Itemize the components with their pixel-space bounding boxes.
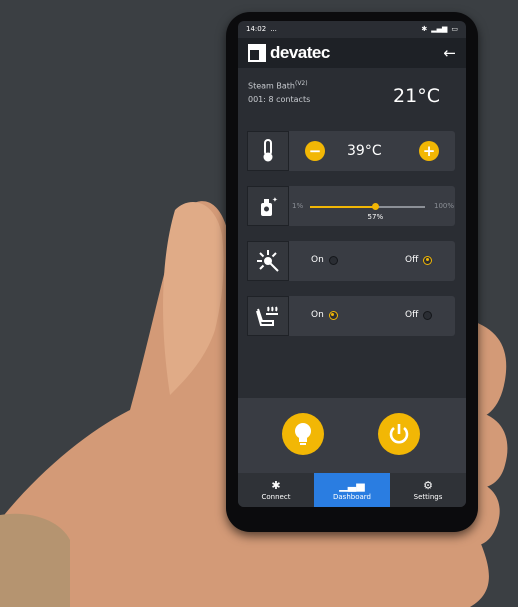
nav-settings-label: Settings [413, 492, 443, 501]
slider-thumb[interactable] [372, 203, 380, 210]
seat-on-radio[interactable] [328, 310, 338, 320]
brand: devatec [248, 43, 330, 63]
fragrance-control: ✦ 1% 57% 100% [247, 186, 455, 226]
device-info: Steam Bath(V2) 001: 8 contacts [248, 77, 310, 106]
temperature-control: − 39°C + [247, 131, 455, 171]
light-on-radio[interactable] [328, 255, 338, 265]
app-screen: 14:02 ... ✱ ▂▄▆ ▭ devatec ← Steam Bath(V… [238, 21, 466, 507]
light-button[interactable] [282, 413, 324, 455]
devatec-logo-icon [248, 44, 266, 62]
light-on-label: On [311, 255, 324, 265]
thermometer-icon [247, 131, 289, 171]
app-bar: devatec ← [238, 38, 466, 68]
bulb-icon [295, 423, 311, 445]
bluetooth-status-icon: ✱ [421, 25, 428, 33]
light-off-label: Off [405, 255, 419, 265]
device-version: (V2) [294, 80, 308, 87]
room-temperature: 21°C [393, 85, 440, 107]
action-panel [238, 398, 466, 473]
slider-value-label: 57% [367, 213, 384, 221]
gear-icon: ⚙ [423, 478, 433, 492]
light-off-option[interactable]: Off [405, 255, 433, 265]
status-bar: 14:02 ... ✱ ▂▄▆ ▭ [238, 21, 466, 37]
device-contacts: 001: 8 contacts [248, 94, 311, 104]
seat-off-option[interactable]: Off [405, 310, 433, 320]
decrease-temp-button[interactable]: − [305, 141, 325, 161]
power-icon [389, 424, 409, 444]
seat-off-radio[interactable] [423, 310, 433, 320]
status-time: 14:02 [246, 25, 267, 33]
brand-name: devatec [270, 43, 330, 62]
power-button[interactable] [378, 413, 420, 455]
temperature-setpoint: 39°C [347, 143, 382, 159]
seat-off-label: Off [405, 310, 419, 320]
nav-settings[interactable]: ⚙ Settings [390, 473, 466, 507]
nav-connect[interactable]: ✱ Connect [238, 473, 314, 507]
nav-connect-label: Connect [261, 492, 291, 501]
slider-fill [310, 206, 376, 208]
light-on-option[interactable]: On [311, 255, 338, 265]
seat-on-option[interactable]: On [311, 310, 338, 320]
status-extra: ... [270, 25, 277, 33]
slider-min-label: 1% [292, 202, 304, 210]
fragrance-slider[interactable]: 57% [310, 203, 425, 221]
signal-icon: ▂▄▆ [431, 25, 448, 33]
light-control: On Off [247, 241, 455, 281]
arrow-left-icon[interactable]: ← [443, 44, 456, 62]
slider-max-label: 100% [434, 202, 455, 210]
nav-dashboard-label: Dashboard [333, 492, 371, 501]
bottom-nav: ✱ Connect ▁▃▅ Dashboard ⚙ Settings [238, 473, 466, 507]
fragrance-icon: ✦ [247, 186, 289, 226]
bluetooth-icon: ✱ [271, 478, 281, 492]
nav-dashboard[interactable]: ▁▃▅ Dashboard [314, 473, 390, 507]
increase-temp-button[interactable]: + [419, 141, 439, 161]
seat-heating-control: On Off [247, 296, 455, 336]
bar-chart-icon: ▁▃▅ [339, 478, 365, 492]
heated-seat-icon [247, 296, 289, 336]
battery-icon: ▭ [451, 25, 458, 33]
device-name: Steam Bath [248, 81, 295, 91]
seat-on-label: On [311, 310, 324, 320]
svg-text:✦: ✦ [272, 196, 278, 204]
light-icon [247, 241, 289, 281]
light-off-radio[interactable] [423, 255, 433, 265]
